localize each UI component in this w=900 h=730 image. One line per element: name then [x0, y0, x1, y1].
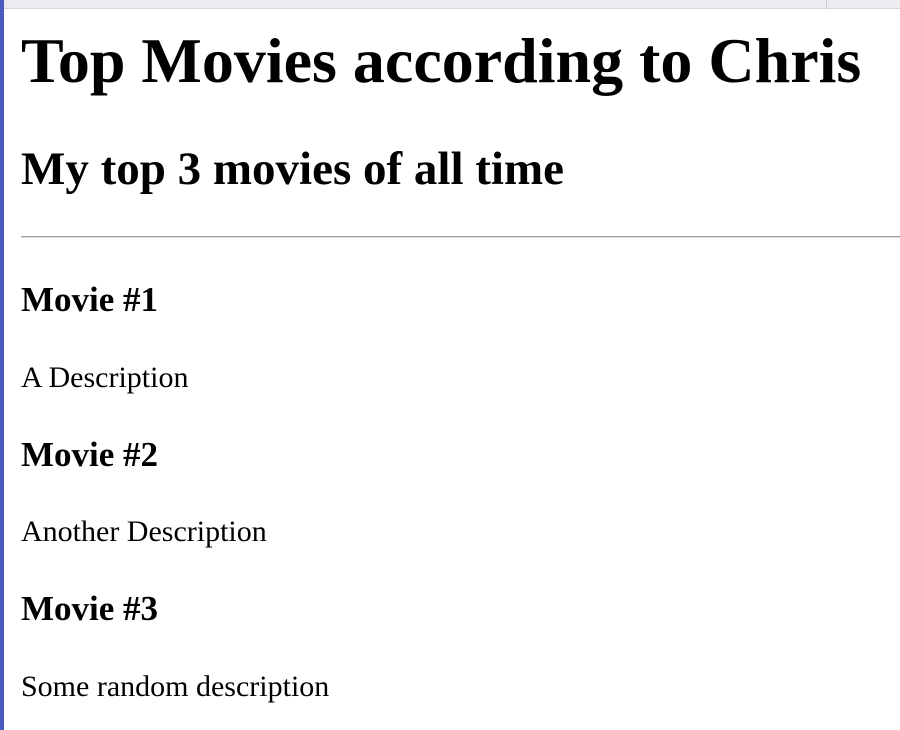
- movie-description-3: Some random description: [21, 670, 330, 703]
- movie-title-1: Movie #1: [21, 280, 159, 319]
- movie-title-3: Movie #3: [21, 589, 159, 628]
- top-strip-divider: [826, 0, 827, 9]
- left-accent-bar: [0, 0, 4, 730]
- movie-description-1: A Description: [21, 361, 189, 394]
- page-subtitle: My top 3 movies of all time: [21, 143, 565, 195]
- movie-title-2: Movie #2: [21, 435, 159, 474]
- movie-description-2: Another Description: [21, 515, 267, 548]
- horizontal-rule: [21, 236, 900, 238]
- page-title: Top Movies according to Chris: [21, 25, 862, 96]
- browser-top-strip: [0, 0, 900, 9]
